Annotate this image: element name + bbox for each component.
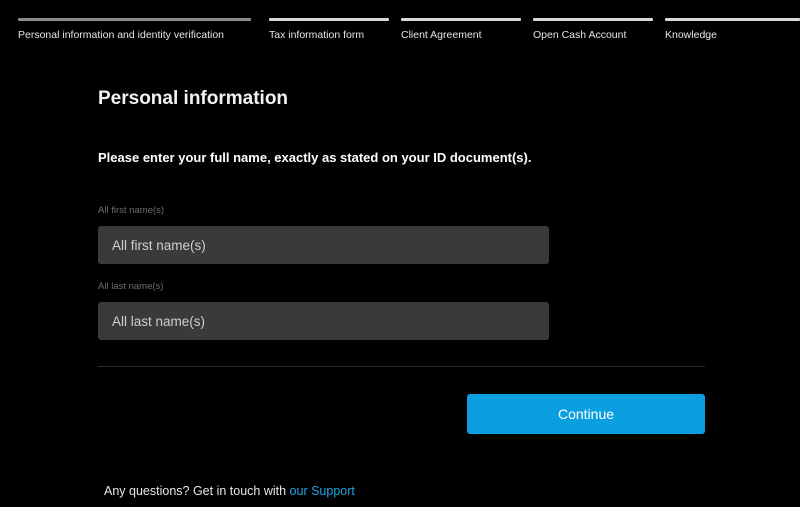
- first-name-field[interactable]: [98, 226, 549, 264]
- step-open-cash-account[interactable]: Open Cash Account: [533, 18, 653, 48]
- first-name-label: All first name(s): [98, 205, 164, 216]
- step-label: Knowledge: [665, 29, 717, 41]
- support-prefix: Any questions? Get in touch with: [104, 484, 287, 498]
- step-progress-bar: [665, 18, 800, 21]
- form-instruction: Please enter your full name, exactly as …: [98, 150, 532, 165]
- onboarding-page: Personal information and identity verifi…: [0, 0, 800, 507]
- step-client-agreement[interactable]: Client Agreement: [401, 18, 521, 48]
- last-name-field[interactable]: [98, 302, 549, 340]
- last-name-label: All last name(s): [98, 281, 164, 292]
- page-title: Personal information: [98, 88, 289, 109]
- progress-steps: Personal information and identity verifi…: [18, 18, 800, 48]
- step-knowledge[interactable]: Knowledge: [665, 18, 800, 48]
- step-progress-bar: [401, 18, 521, 21]
- continue-button[interactable]: Continue: [467, 394, 705, 434]
- step-label: Client Agreement: [401, 29, 482, 41]
- step-progress-bar: [533, 18, 653, 21]
- divider: [98, 366, 705, 367]
- step-label: Tax information form: [269, 29, 365, 41]
- step-tax-information[interactable]: Tax information form: [269, 18, 389, 48]
- step-progress-bar: [18, 18, 251, 21]
- step-progress-bar: [269, 18, 389, 21]
- support-note: Any questions? Get in touch with our Sup…: [104, 484, 355, 498]
- step-personal-information[interactable]: Personal information and identity verifi…: [18, 18, 251, 48]
- step-label: Personal information and identity verifi…: [18, 29, 225, 41]
- support-link[interactable]: our Support: [290, 484, 355, 498]
- step-label: Open Cash Account: [533, 29, 627, 41]
